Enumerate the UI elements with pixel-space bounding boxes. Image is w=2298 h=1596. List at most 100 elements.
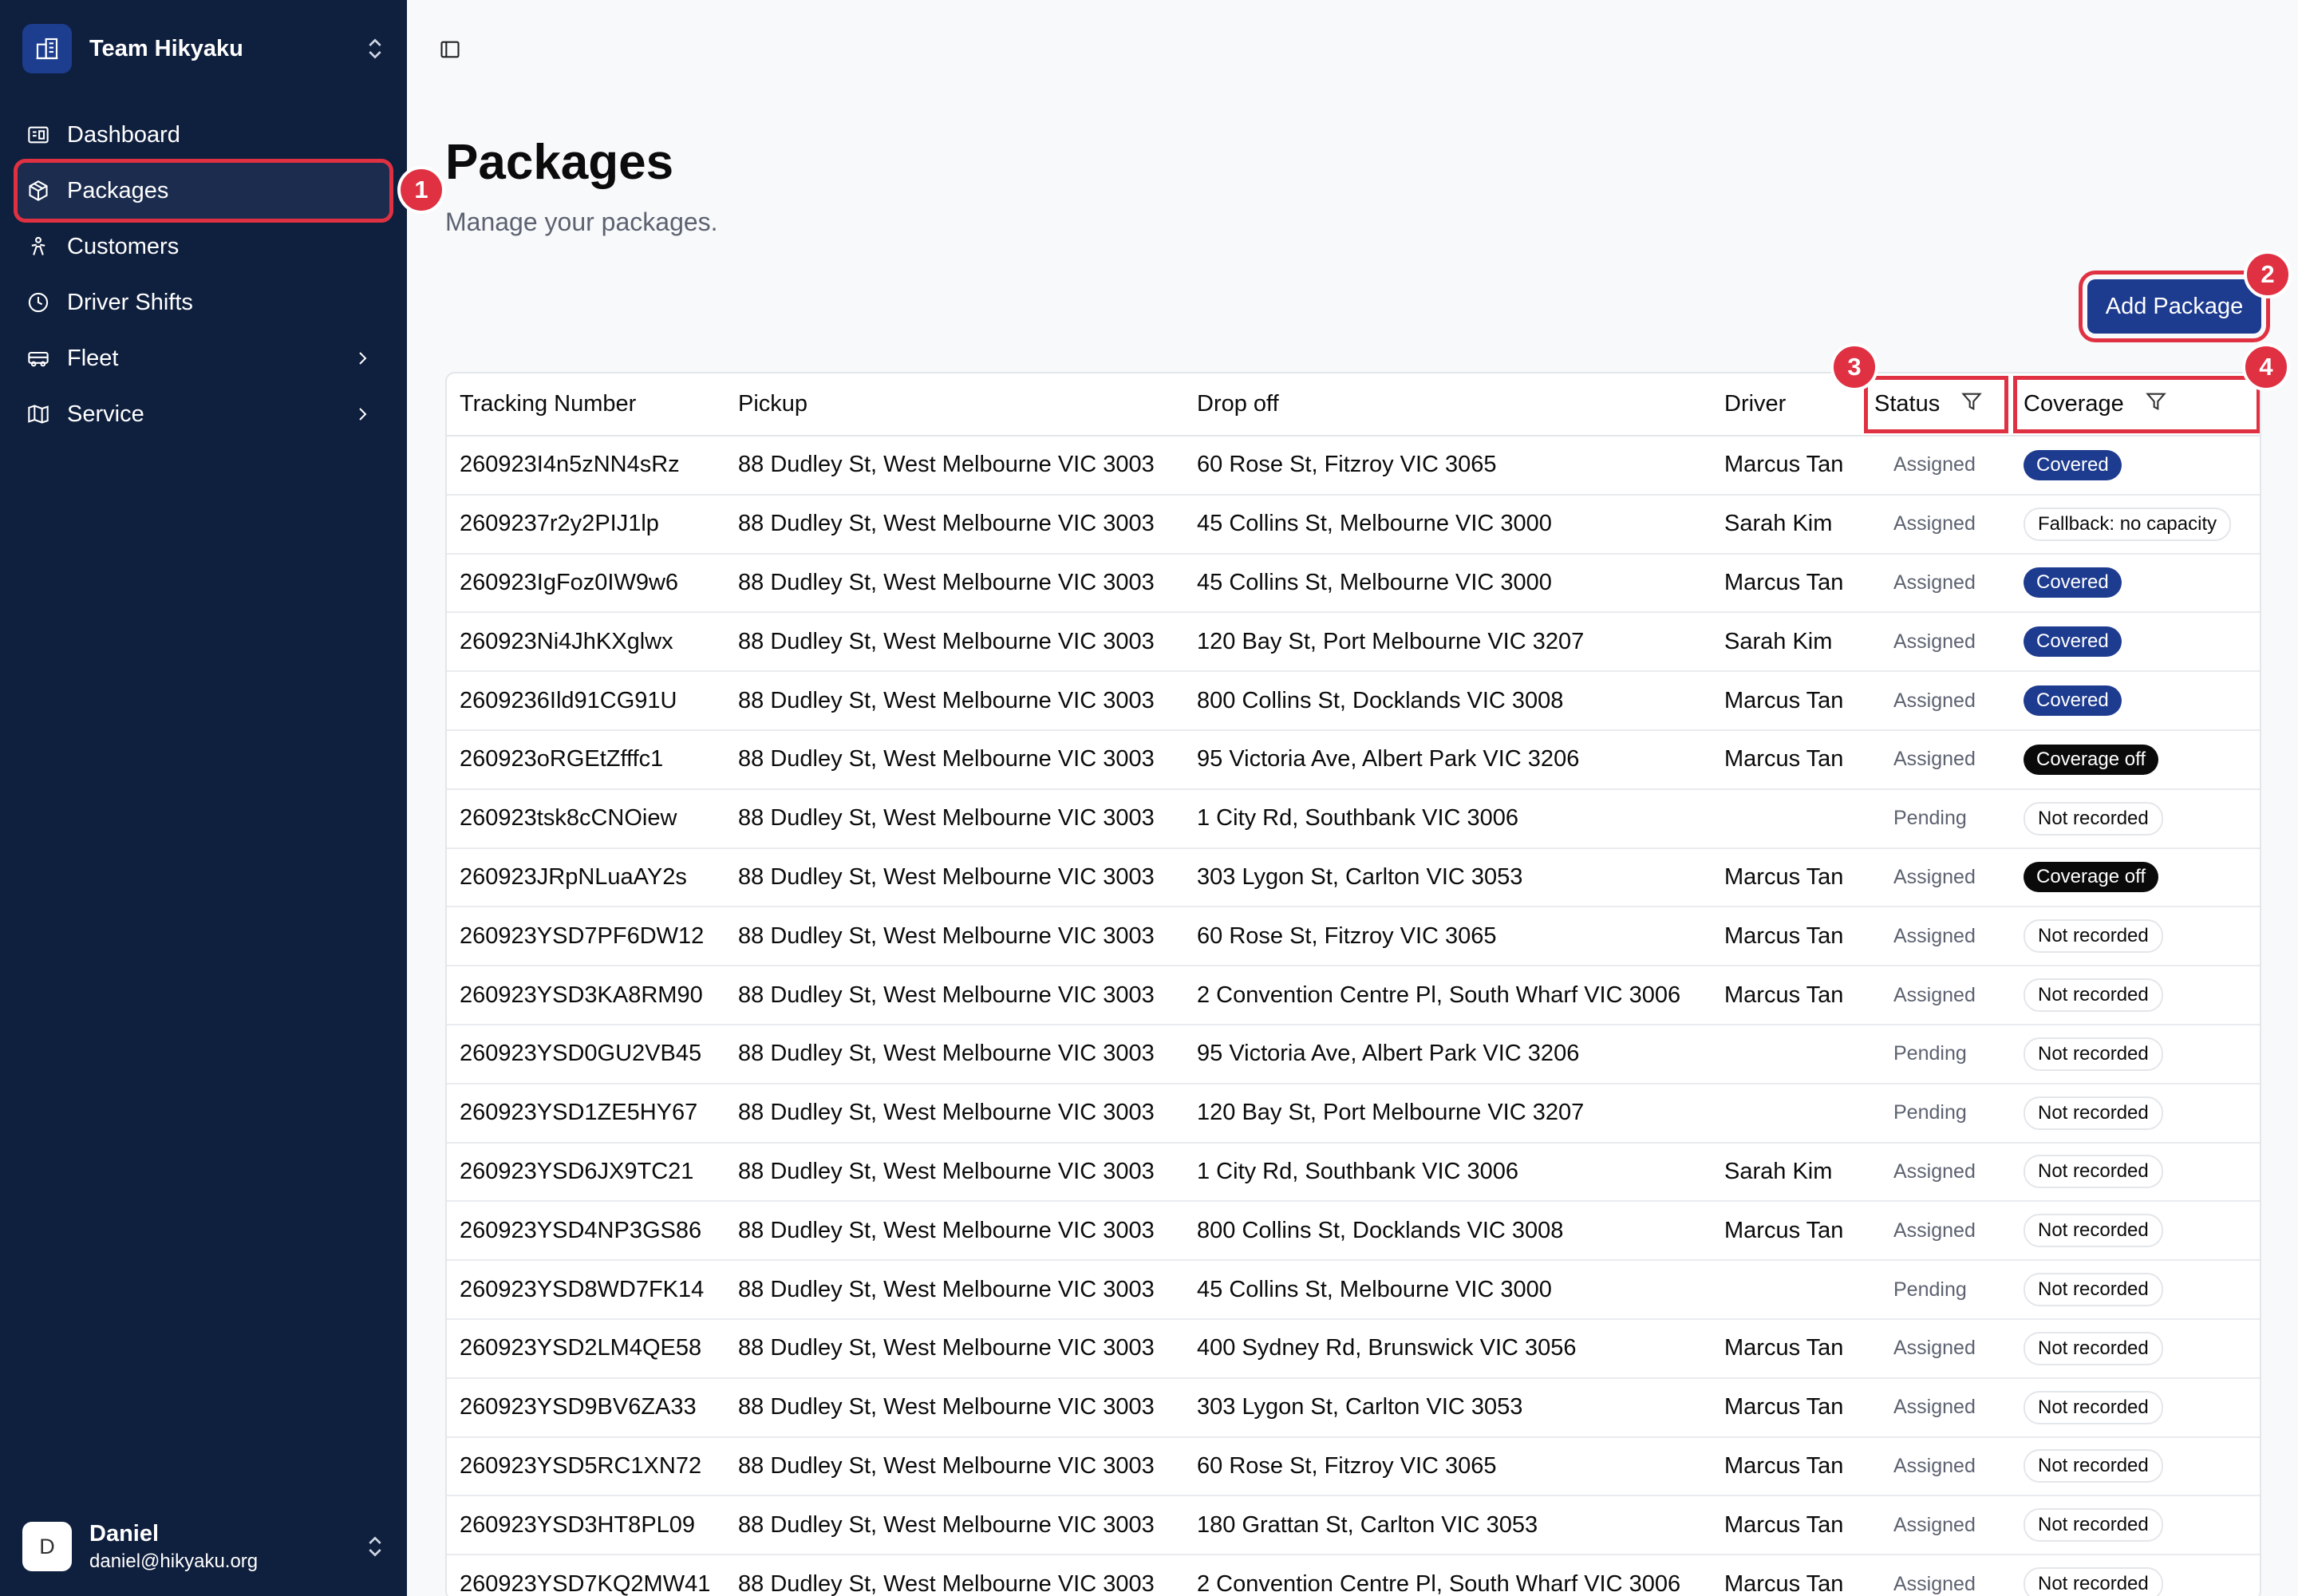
cell-tracking-number: 260923YSD3HT8PL09 (447, 1495, 725, 1556)
cell-driver: Marcus Tan (1712, 1318, 1862, 1379)
table-row[interactable]: 260923YSD3KA8RM90 88 Dudley St, West Melb… (447, 966, 2260, 1025)
sidebar-item-driver-shifts[interactable]: Driver Shifts (18, 275, 389, 330)
cell-tracking-number: 260923Ni4JhKXglwx (447, 612, 725, 673)
cell-status: Assigned (1862, 671, 2011, 731)
table-row[interactable]: 260923YSD9BV6ZA33 88 Dudley St, West Melb… (447, 1377, 2260, 1438)
table-row[interactable]: 260923YSD8WD7FK14 88 Dudley St, West Melb… (447, 1260, 2260, 1320)
table-row[interactable]: 260923YSD4NP3GS86 88 Dudley St, West Melb… (447, 1201, 2260, 1262)
cell-coverage: Covered (2011, 436, 2260, 496)
coverage-badge: Covered (2024, 685, 2122, 717)
sidebar-item-dashboard[interactable]: Dashboard (18, 107, 389, 163)
sidebar-item-label: Service (67, 401, 144, 427)
table-row[interactable]: 260923YSD1ZE5HY67 88 Dudley St, West Melb… (447, 1083, 2260, 1144)
header-drop-off: Drop off (1184, 373, 1712, 437)
table-row[interactable]: 260923YSD2LM4QE58 88 Dudley St, West Melb… (447, 1318, 2260, 1379)
table-row[interactable]: 260923YSD0GU2VB45 88 Dudley St, West Melb… (447, 1024, 2260, 1084)
header-pickup: Pickup (725, 373, 1184, 437)
cell-driver: Marcus Tan (1712, 907, 1862, 967)
cell-pickup: 88 Dudley St, West Melbourne VIC 3003 (725, 1142, 1184, 1203)
add-package-button[interactable]: Add Package (2079, 271, 2270, 342)
cell-pickup: 88 Dudley St, West Melbourne VIC 3003 (725, 671, 1184, 731)
team-switcher[interactable]: Team Hikyaku (22, 22, 386, 75)
cell-drop-off: 120 Bay St, Port Melbourne VIC 3207 (1184, 1083, 1712, 1144)
cell-status: Assigned (1862, 1318, 2011, 1379)
table-row[interactable]: 260923YSD5RC1XN72 88 Dudley St, West Melb… (447, 1436, 2260, 1497)
cell-tracking-number: 260923tsk8cCNOiew (447, 788, 725, 849)
cell-tracking-number: 260923JRpNLuaAY2s (447, 847, 725, 908)
coverage-badge: Covered (2024, 449, 2122, 480)
sidebar-toggle-button[interactable] (439, 38, 463, 62)
cell-pickup: 88 Dudley St, West Melbourne VIC 3003 (725, 1436, 1184, 1497)
cell-pickup: 88 Dudley St, West Melbourne VIC 3003 (725, 612, 1184, 673)
cell-status: Assigned (1862, 847, 2011, 908)
cell-status: Assigned (1862, 1436, 2011, 1497)
annotation-marker-1: 1 (397, 166, 445, 214)
table-row[interactable]: 260923Ni4JhKXglwx 88 Dudley St, West Melb… (447, 612, 2260, 673)
cell-drop-off: 120 Bay St, Port Melbourne VIC 3207 (1184, 612, 1712, 673)
page-title: Packages (445, 135, 674, 190)
filter-icon[interactable] (1960, 390, 1983, 419)
sidebar-item-packages[interactable]: Packages (14, 159, 393, 223)
table-row[interactable]: 260923I4n5zNN4sRz 88 Dudley St, West Melb… (447, 436, 2260, 496)
cell-status: Assigned (1862, 1495, 2011, 1556)
cell-drop-off: 60 Rose St, Fitzroy VIC 3065 (1184, 907, 1712, 967)
table-row[interactable]: 260923JRpNLuaAY2s 88 Dudley St, West Melb… (447, 847, 2260, 908)
cell-status: Assigned (1862, 907, 2011, 967)
coverage-badge: Coverage off (2024, 744, 2158, 775)
avatar: D (22, 1522, 72, 1571)
cell-drop-off: 2 Convention Centre Pl, South Wharf VIC … (1184, 966, 1712, 1025)
cell-driver: Sarah Kim (1712, 494, 1862, 555)
table-row[interactable]: 260923YSD7KQ2MW41 88 Dudley St, West Melb… (447, 1555, 2260, 1596)
cell-pickup: 88 Dudley St, West Melbourne VIC 3003 (725, 1260, 1184, 1320)
cell-status: Pending (1862, 1083, 2011, 1144)
cell-tracking-number: 260923YSD0GU2VB45 (447, 1024, 725, 1084)
header-coverage-label: Coverage (2024, 391, 2124, 417)
cell-drop-off: 45 Collins St, Melbourne VIC 3000 (1184, 494, 1712, 555)
header-coverage[interactable]: Coverage (2011, 373, 2260, 437)
sidebar-item-label: Customers (67, 233, 180, 259)
cell-tracking-number: 260923YSD5RC1XN72 (447, 1436, 725, 1497)
table-row[interactable]: 260923IgFoz0IW9w6 88 Dudley St, West Melb… (447, 553, 2260, 614)
cell-driver (1712, 1260, 1862, 1320)
cell-driver: Marcus Tan (1712, 1201, 1862, 1262)
sidebar-item-service[interactable]: Service (18, 386, 389, 442)
table-row[interactable]: 260923tsk8cCNOiew 88 Dudley St, West Melb… (447, 788, 2260, 849)
cell-coverage: Not recorded (2011, 1201, 2260, 1262)
dashboard-icon (26, 122, 51, 148)
cell-coverage: Coverage off (2011, 847, 2260, 908)
cell-drop-off: 180 Grattan St, Carlton VIC 3053 (1184, 1495, 1712, 1556)
header-status[interactable]: Status (1862, 373, 2011, 437)
cell-pickup: 88 Dudley St, West Melbourne VIC 3003 (725, 847, 1184, 908)
cell-pickup: 88 Dudley St, West Melbourne VIC 3003 (725, 966, 1184, 1025)
cell-status: Pending (1862, 788, 2011, 849)
table-row[interactable]: 260923oRGEtZfffc1 88 Dudley St, West Melb… (447, 729, 2260, 790)
chevrons-updown-icon (364, 33, 386, 65)
team-name: Team Hikyaku (89, 35, 243, 61)
table-row[interactable]: 260923YSD6JX9TC21 88 Dudley St, West Melb… (447, 1142, 2260, 1203)
cell-drop-off: 1 City Rd, Southbank VIC 3006 (1184, 788, 1712, 849)
user-name: Daniel (89, 1520, 160, 1547)
sidebar-item-label: Packages (67, 177, 169, 203)
table-row[interactable]: 260923YSD7PF6DW12 88 Dudley St, West Melb… (447, 907, 2260, 967)
cell-drop-off: 800 Collins St, Docklands VIC 3008 (1184, 671, 1712, 731)
table-row[interactable]: 2609237r2y2PIJ1lp 88 Dudley St, West Melb… (447, 494, 2260, 555)
coverage-badge: Not recorded (2024, 1390, 2163, 1424)
sidebar-item-customers[interactable]: Customers (18, 219, 389, 275)
user-menu[interactable]: D Daniel daniel@hikyaku.org (22, 1520, 386, 1573)
package-icon (26, 178, 51, 203)
cell-coverage: Not recorded (2011, 1083, 2260, 1144)
cell-pickup: 88 Dudley St, West Melbourne VIC 3003 (725, 1318, 1184, 1379)
cell-status: Pending (1862, 1260, 2011, 1320)
annotation-marker-2: 2 (2244, 251, 2292, 298)
coverage-badge: Not recorded (2024, 1567, 2163, 1596)
cell-status: Pending (1862, 1024, 2011, 1084)
cell-drop-off: 60 Rose St, Fitzroy VIC 3065 (1184, 436, 1712, 496)
filter-icon[interactable] (2145, 390, 2167, 419)
sidebar-item-fleet[interactable]: Fleet (18, 330, 389, 386)
table-row[interactable]: 260923YSD3HT8PL09 88 Dudley St, West Melb… (447, 1495, 2260, 1556)
table-row[interactable]: 2609236Ild91CG91U 88 Dudley St, West Melb… (447, 671, 2260, 731)
cell-pickup: 88 Dudley St, West Melbourne VIC 3003 (725, 1495, 1184, 1556)
cell-coverage: Not recorded (2011, 1318, 2260, 1379)
cell-driver: Sarah Kim (1712, 1142, 1862, 1203)
cell-drop-off: 303 Lygon St, Carlton VIC 3053 (1184, 1377, 1712, 1438)
